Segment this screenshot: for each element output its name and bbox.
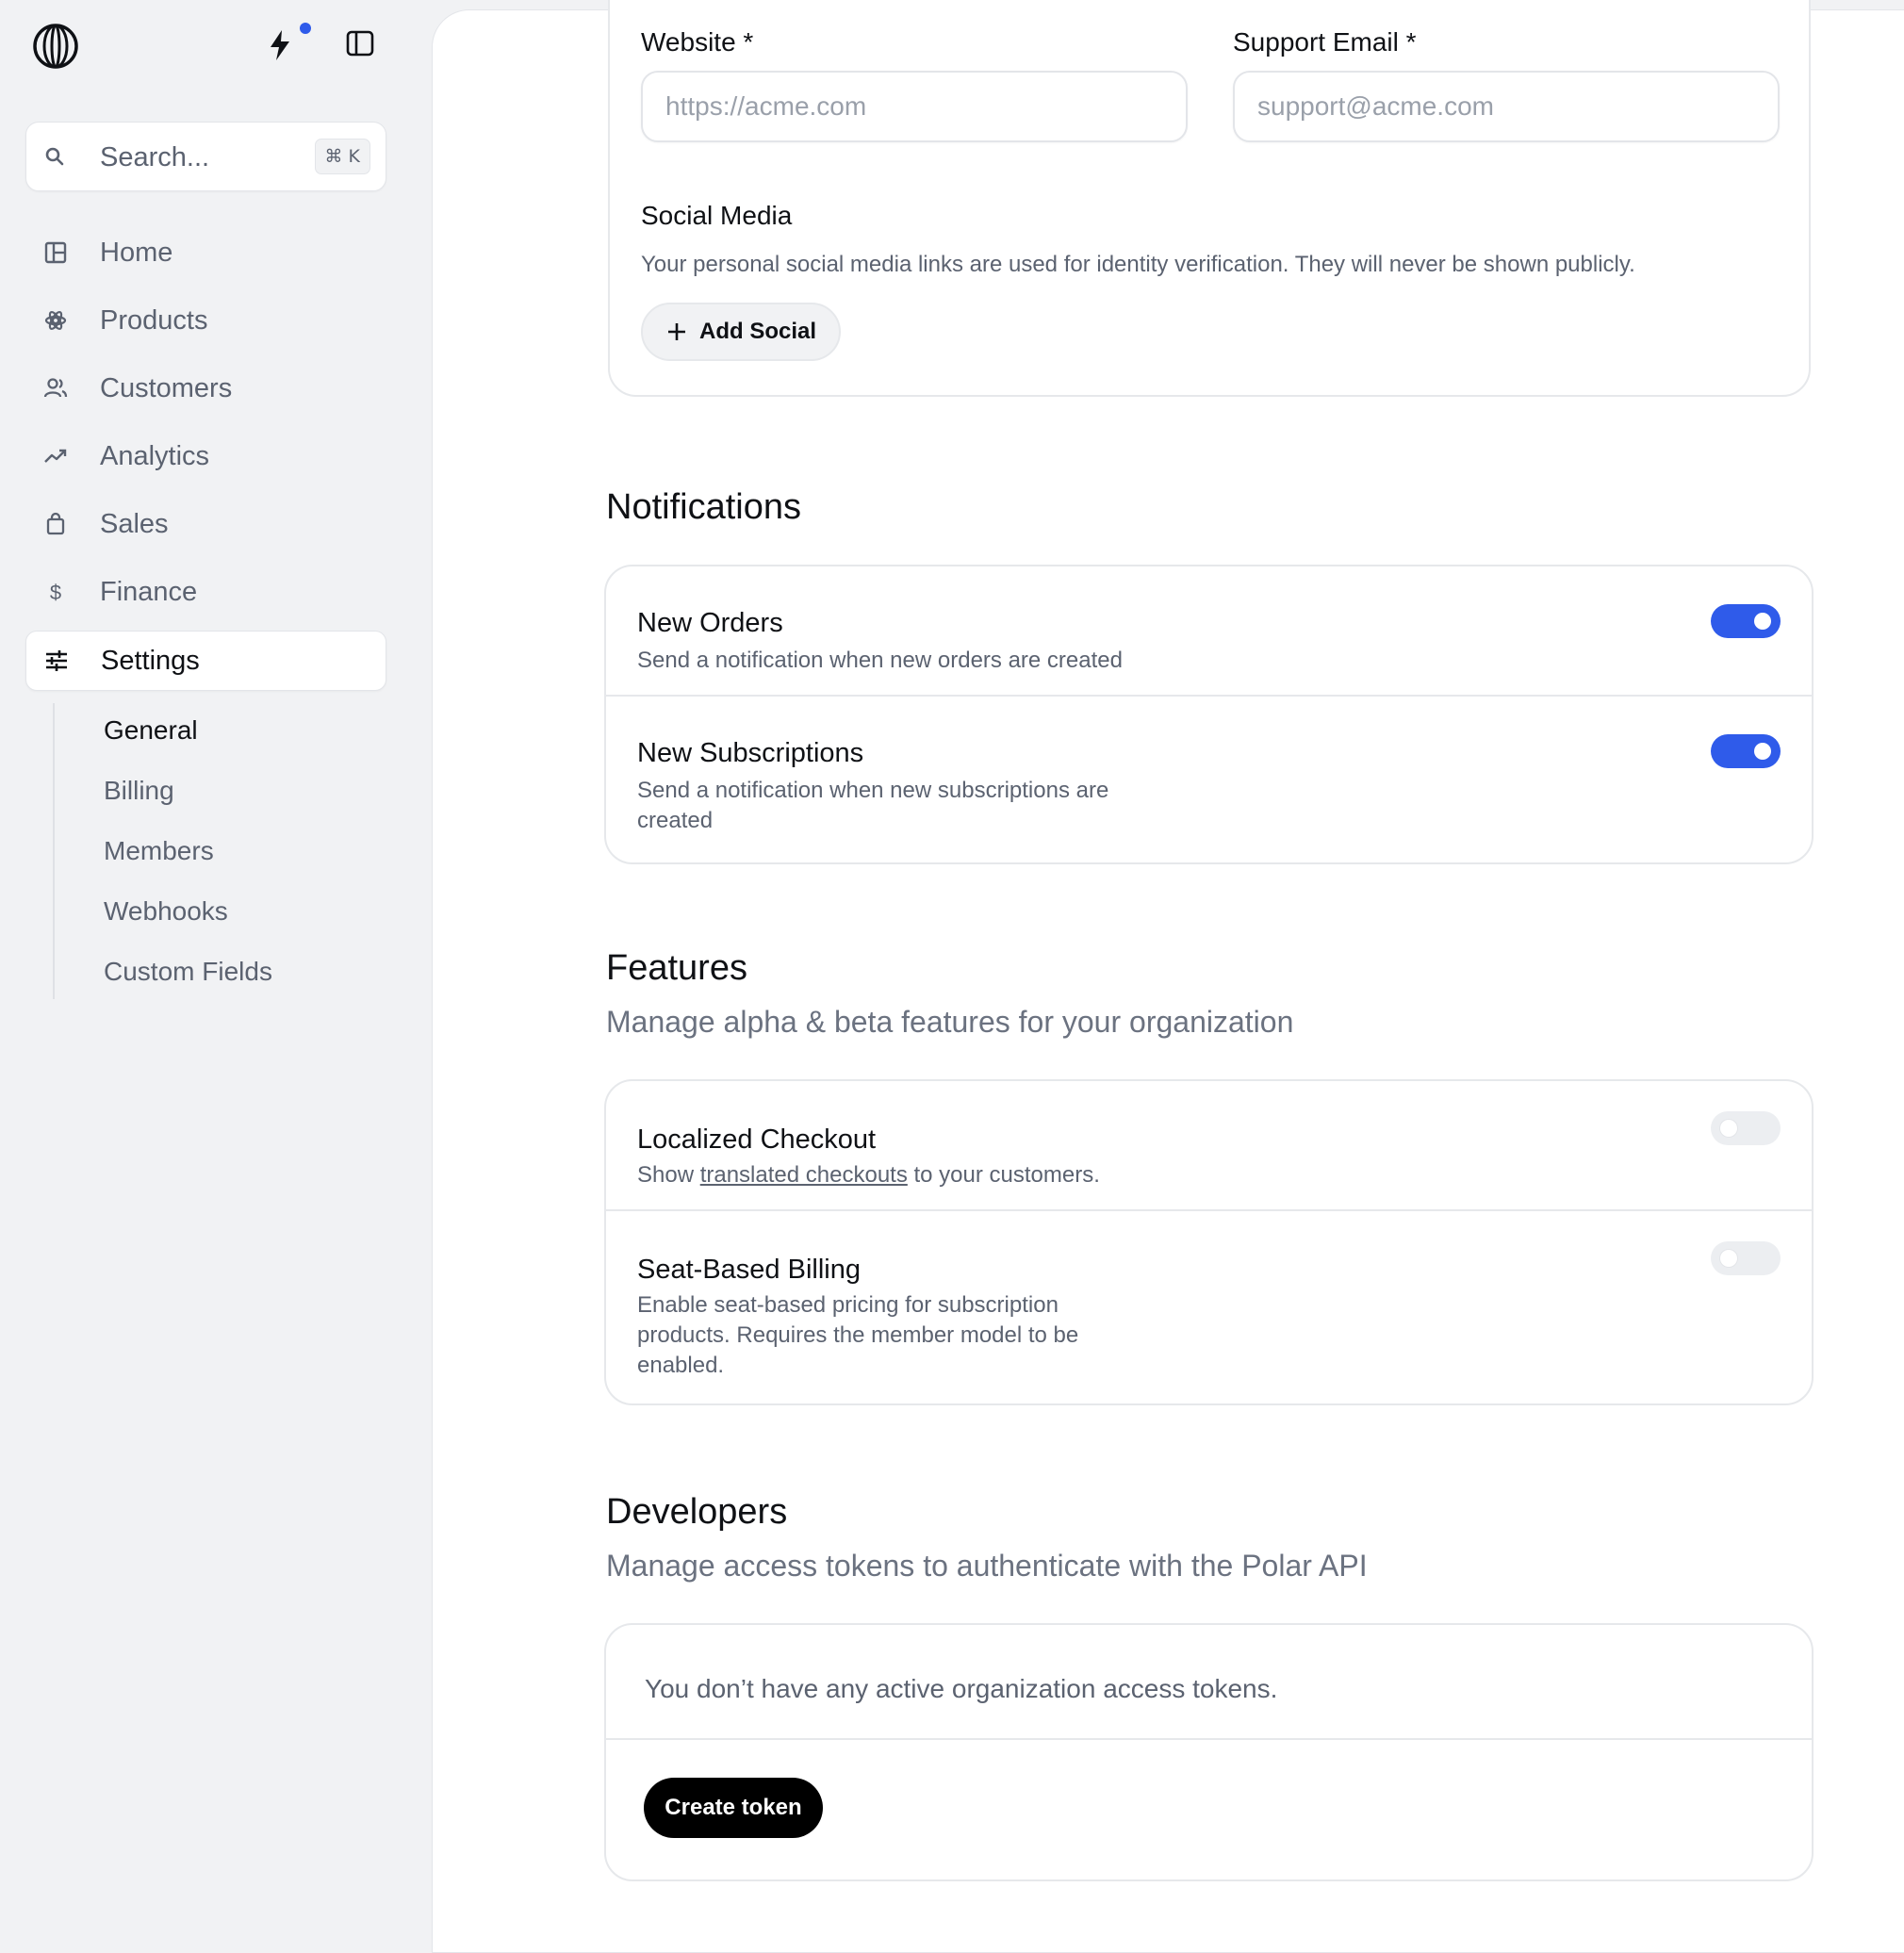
- access-tokens-card: You don’t have any active organization a…: [604, 1623, 1814, 1881]
- row-divider: [606, 1209, 1812, 1211]
- sidebar-item-label: Products: [100, 304, 208, 336]
- notifications-title: Notifications: [606, 487, 801, 527]
- search-input[interactable]: [98, 140, 309, 175]
- polar-logo-icon[interactable]: [32, 23, 79, 70]
- organization-profile-card: Website * Support Email * Social Media Y…: [608, 0, 1811, 397]
- row-divider: [606, 1738, 1812, 1740]
- customers-icon: [43, 378, 68, 398]
- website-input[interactable]: [641, 71, 1188, 142]
- create-token-button[interactable]: Create token: [644, 1778, 823, 1838]
- sidebar-item-label: Home: [100, 237, 173, 268]
- new-subscriptions-description: Send a notification when new subscriptio…: [637, 778, 1109, 833]
- sidebar-item-home[interactable]: Home: [25, 223, 385, 282]
- sidebar-item-label: Customers: [100, 372, 233, 403]
- notification-dot: [300, 23, 311, 34]
- analytics-icon: [44, 449, 67, 463]
- subnav-item-members[interactable]: Members: [104, 836, 214, 866]
- website-label: Website *: [641, 27, 754, 57]
- sidebar-item-label: Analytics: [100, 440, 210, 471]
- new-orders-title: New Orders: [637, 608, 783, 638]
- search-box[interactable]: ⌘ K: [25, 122, 386, 191]
- search-shortcut: ⌘ K: [314, 139, 370, 174]
- localized-checkout-toggle[interactable]: [1711, 1111, 1781, 1145]
- sidebar-item-products[interactable]: Products: [25, 291, 385, 350]
- subnav-divider: [53, 703, 55, 999]
- row-divider: [606, 695, 1812, 697]
- social-media-title: Social Media: [641, 201, 793, 230]
- developers-subtitle: Manage access tokens to authenticate wit…: [606, 1549, 1368, 1583]
- sidebar-item-label: Finance: [100, 576, 198, 607]
- new-orders-toggle[interactable]: [1711, 604, 1781, 638]
- developers-title: Developers: [606, 1492, 788, 1532]
- support-email-label: Support Email *: [1233, 27, 1417, 57]
- localized-checkout-title: Localized Checkout: [637, 1124, 877, 1155]
- subnav-item-billing[interactable]: Billing: [104, 776, 174, 806]
- support-email-input[interactable]: [1233, 71, 1780, 142]
- bolt-icon[interactable]: [266, 28, 294, 62]
- translated-checkouts-link[interactable]: translated checkouts: [700, 1162, 908, 1188]
- add-social-button[interactable]: Add Social: [641, 303, 842, 361]
- sidebar-item-sales[interactable]: Sales: [25, 495, 385, 553]
- localized-checkout-description: Show translated checkouts to your custom…: [637, 1162, 1100, 1188]
- sidebar-item-customers[interactable]: Customers: [25, 359, 385, 418]
- subnav-item-general[interactable]: General: [104, 715, 198, 746]
- new-orders-description: Send a notification when new orders are …: [637, 648, 1123, 673]
- features-title: Features: [606, 948, 747, 988]
- seat-based-billing-title: Seat-Based Billing: [637, 1255, 861, 1285]
- main-content: Website * Support Email * Social Media Y…: [432, 0, 1904, 1953]
- add-social-label: Add Social: [699, 319, 817, 344]
- sidebar-item-settings[interactable]: Settings: [25, 631, 386, 691]
- sales-icon: [46, 512, 65, 535]
- subnav-item-custom-fields[interactable]: Custom Fields: [104, 957, 272, 987]
- features-subtitle: Manage alpha & beta features for your or…: [606, 1005, 1294, 1039]
- sidebar-item-label: Sales: [100, 508, 169, 539]
- sidebar-item-analytics[interactable]: Analytics: [25, 427, 385, 485]
- settings-sliders-icon: [46, 650, 67, 671]
- new-subscriptions-toggle[interactable]: [1711, 734, 1781, 768]
- svg-text:$: $: [50, 581, 61, 604]
- social-media-description: Your personal social media links are use…: [641, 252, 1635, 277]
- sidebar-item-finance[interactable]: $ Finance: [25, 563, 385, 621]
- search-icon: [45, 147, 64, 166]
- sidebar-item-label: Settings: [101, 645, 200, 676]
- home-icon: [44, 241, 67, 264]
- new-subscriptions-title: New Subscriptions: [637, 738, 864, 768]
- seat-based-billing-toggle[interactable]: [1711, 1241, 1781, 1275]
- access-tokens-empty-state: You don’t have any active organization a…: [645, 1674, 1278, 1703]
- products-icon: [44, 311, 67, 330]
- plus-icon: [668, 323, 685, 340]
- notifications-card: New Orders Send a notification when new …: [604, 565, 1814, 864]
- features-card: Localized Checkout Show translated check…: [604, 1079, 1814, 1405]
- finance-icon: $: [50, 581, 61, 604]
- seat-based-billing-description: Enable seat-based pricing for subscripti…: [637, 1292, 1079, 1378]
- sidebar-toggle-icon[interactable]: [345, 28, 375, 58]
- subnav-item-webhooks[interactable]: Webhooks: [104, 896, 228, 927]
- sidebar: ⌘ K Home Products Customers: [0, 0, 432, 1930]
